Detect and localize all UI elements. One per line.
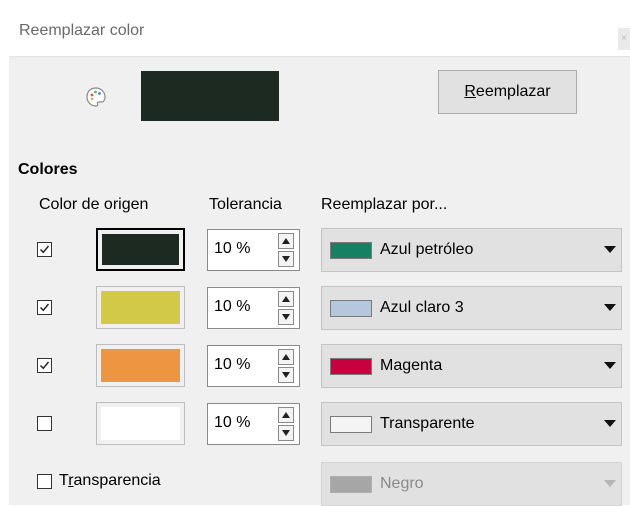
close-icon[interactable]: × [618,28,630,50]
replace-label: eemplazar [475,83,551,100]
row-1-replace-swatch [330,300,372,317]
spin-up-icon[interactable] [278,407,294,423]
colors-section-label: Colores [18,161,78,178]
row-0-checkbox[interactable] [37,242,52,257]
row-1-replace-label: Azul claro 3 [380,299,464,316]
row-0-tolerance-spinner[interactable]: 10 % [207,229,300,271]
row-2-tolerance-spinner[interactable]: 10 % [207,345,300,387]
header-replace-with: Reemplazar por... [321,196,448,213]
row-2-source-color-button[interactable] [96,344,185,387]
row-2-tolerance-value: 10 % [214,356,251,373]
spin-up-icon[interactable] [278,233,294,249]
chevron-down-icon [604,362,616,369]
row-3-checkbox[interactable] [37,416,52,431]
header-tolerance: Tolerancia [209,196,282,213]
spin-up-icon[interactable] [278,349,294,365]
replace-button[interactable]: Reemplazar [438,70,577,114]
transparency-replace-label: Negro [380,475,424,492]
spin-down-icon[interactable] [278,367,294,383]
row-0-tolerance-value: 10 % [214,240,251,257]
transparency-checkbox[interactable] [37,474,52,489]
spin-down-icon[interactable] [278,425,294,441]
chevron-down-icon [604,420,616,427]
panel-titlebar: Reemplazar color × [9,10,630,57]
header-source-color: Color de origen [39,196,149,213]
row-1-tolerance-value: 10 % [214,298,251,315]
spin-up-icon[interactable] [278,291,294,307]
pipette-palette-icon[interactable] [85,86,107,108]
transparency-replace-swatch [330,476,372,493]
row-2-replace-swatch [330,358,372,375]
row-3-source-color-button[interactable] [96,402,185,445]
row-2-replace-label: Magenta [380,357,443,374]
replace-mnemonic: R [464,83,476,100]
row-0-replace-dropdown[interactable]: Azul petróleo [321,228,622,272]
row-3-replace-swatch [330,416,372,433]
row-0-source-color-button[interactable] [96,228,185,271]
transparency-label[interactable]: Transparencia [59,472,161,490]
chevron-down-icon [604,304,616,311]
row-3-tolerance-value: 10 % [214,414,251,431]
transparency-replace-dropdown: Negro [321,462,622,506]
row-3-tolerance-spinner[interactable]: 10 % [207,403,300,445]
row-3-replace-label: Transparente [380,415,475,432]
row-1-checkbox[interactable] [37,300,52,315]
row-1-replace-dropdown[interactable]: Azul claro 3 [321,286,622,330]
spin-down-icon[interactable] [278,251,294,267]
panel-title: Reemplazar color [19,22,145,39]
row-1-tolerance-spinner[interactable]: 10 % [207,287,300,329]
chevron-down-icon [604,246,616,253]
row-2-checkbox[interactable] [37,358,52,373]
row-0-replace-label: Azul petróleo [380,241,474,258]
row-2-replace-dropdown[interactable]: Magenta [321,344,622,388]
row-0-replace-swatch [330,242,372,259]
spin-down-icon[interactable] [278,309,294,325]
source-color-preview [141,71,279,121]
row-3-replace-dropdown[interactable]: Transparente [321,402,622,446]
chevron-down-icon [604,480,616,487]
replace-color-panel: Reemplazar color × Reemplazar Colores Co… [9,10,630,506]
row-1-source-color-button[interactable] [96,286,185,329]
